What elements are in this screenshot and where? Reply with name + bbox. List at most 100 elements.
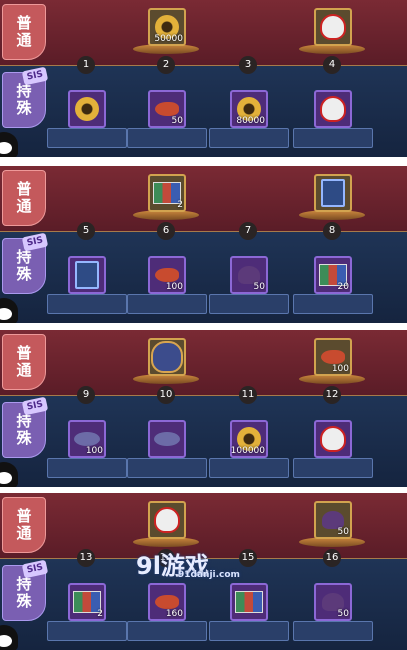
reward-seat: [293, 294, 373, 314]
normal-reward-item[interactable]: 50: [314, 501, 352, 539]
special-reward-item[interactable]: 100000: [230, 420, 268, 458]
level-number-badge: 15: [239, 549, 257, 567]
row-divider: [0, 558, 407, 559]
special-reward-item[interactable]: 100: [148, 256, 186, 294]
level-number-badge: 3: [239, 56, 257, 74]
reward-seat: [47, 621, 127, 641]
label-character: 通: [16, 31, 32, 49]
label-character: 殊: [16, 429, 32, 447]
label-character: 持: [16, 82, 32, 100]
reward-quantity: 50: [337, 527, 349, 537]
reward-quantity: 50: [253, 282, 265, 292]
reward-quantity: 50000: [154, 34, 183, 44]
reward-quantity: 50: [337, 609, 349, 619]
normal-reward-item[interactable]: [148, 338, 186, 376]
special-reward-item[interactable]: [148, 420, 186, 458]
cat-mascot-icon: [0, 132, 18, 157]
reward-panel: 普通持殊 SIS 1 2 3 4 50000 50 80000: [0, 0, 407, 157]
label-character: 殊: [16, 592, 32, 610]
level-number-badge: 11: [239, 386, 257, 404]
special-reward-item[interactable]: [314, 90, 352, 128]
reward-quantity: 50: [171, 116, 183, 126]
row-divider: [0, 65, 407, 66]
reward-panel: 普通持殊 SIS 5 6 7 8 2 100 50 20: [0, 166, 407, 323]
normal-reward-item[interactable]: [314, 8, 352, 46]
label-character: 普: [16, 344, 32, 362]
reward-seat: [293, 458, 373, 478]
lucky-bag-icon: [151, 341, 183, 373]
reward-quantity: 2: [177, 200, 183, 210]
level-number-badge: 13: [77, 549, 95, 567]
reward-seat: [47, 294, 127, 314]
level-number-badge: 2: [157, 56, 175, 74]
special-stamp: SIS: [21, 232, 49, 252]
level-number-badge: 16: [323, 549, 341, 567]
level-number-badge: 4: [323, 56, 341, 74]
book-icon: [321, 179, 345, 207]
cat-mascot-icon: [0, 298, 18, 323]
reward-seat: [209, 128, 289, 148]
normal-reward-item[interactable]: [148, 501, 186, 539]
special-tier-label: 持殊 SIS: [2, 66, 49, 128]
label-character: 通: [16, 361, 32, 379]
daruma-icon: [154, 507, 180, 533]
special-reward-item[interactable]: [68, 90, 106, 128]
reward-seat: [47, 458, 127, 478]
special-reward-item[interactable]: [314, 420, 352, 458]
level-number-badge: 14: [157, 549, 175, 567]
normal-reward-item[interactable]: [314, 174, 352, 212]
special-stamp: SIS: [21, 559, 49, 579]
reward-seat: [293, 128, 373, 148]
level-number-badge: 9: [77, 386, 95, 404]
level-number-badge: 8: [323, 222, 341, 240]
level-number-badge: 6: [157, 222, 175, 240]
level-number-badge: 7: [239, 222, 257, 240]
special-reward-item[interactable]: [230, 583, 268, 621]
cloud-icon: [154, 432, 180, 446]
normal-tier-label: 普通: [2, 4, 46, 60]
normal-reward-item[interactable]: 100: [314, 338, 352, 376]
special-reward-item[interactable]: 160: [148, 583, 186, 621]
fish-icon: [155, 595, 179, 609]
reward-seat: [127, 128, 207, 148]
reward-quantity: 100: [331, 364, 349, 374]
normal-reward-item[interactable]: 2: [148, 174, 186, 212]
book-icon: [75, 261, 99, 289]
level-number-badge: 12: [323, 386, 341, 404]
level-number-badge: 1: [77, 56, 95, 74]
normal-reward-item[interactable]: 50000: [148, 8, 186, 46]
row-divider: [0, 395, 407, 396]
reward-seat: [127, 458, 207, 478]
reward-quantity: 20: [337, 282, 349, 292]
label-character: 通: [16, 197, 32, 215]
reward-seat: [293, 621, 373, 641]
daruma-icon: [320, 426, 346, 452]
cards-icon: [235, 591, 263, 613]
reward-seat: [209, 294, 289, 314]
label-character: 殊: [16, 265, 32, 283]
special-reward-item[interactable]: 20: [314, 256, 352, 294]
label-character: 持: [16, 575, 32, 593]
daruma-icon: [320, 96, 346, 122]
label-character: 普: [16, 180, 32, 198]
reward-seat: [209, 458, 289, 478]
special-reward-item[interactable]: [68, 256, 106, 294]
special-reward-item[interactable]: 50: [148, 90, 186, 128]
special-reward-item[interactable]: 100: [68, 420, 106, 458]
special-stamp: SIS: [21, 396, 49, 416]
label-character: 通: [16, 524, 32, 542]
special-tier-label: 持殊 SIS: [2, 559, 49, 621]
special-reward-item[interactable]: 80000: [230, 90, 268, 128]
special-reward-item[interactable]: 50: [230, 256, 268, 294]
reward-quantity: 2: [97, 609, 103, 619]
orb-icon: [75, 97, 99, 121]
special-tier-label: 持殊 SIS: [2, 232, 49, 294]
fish-icon: [155, 268, 179, 282]
special-reward-item[interactable]: 50: [314, 583, 352, 621]
normal-tier-label: 普通: [2, 334, 46, 390]
label-character: 持: [16, 412, 32, 430]
row-divider: [0, 231, 407, 232]
special-reward-item[interactable]: 2: [68, 583, 106, 621]
reward-quantity: 80000: [236, 116, 265, 126]
reward-quantity: 100: [85, 446, 103, 456]
